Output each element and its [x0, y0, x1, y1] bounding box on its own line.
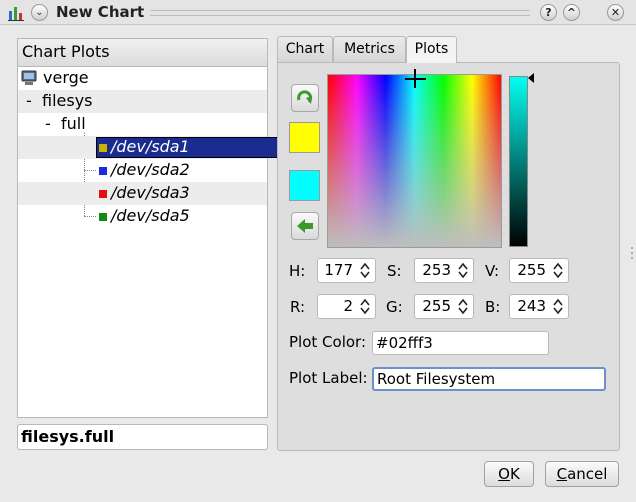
tree-item-verge[interactable]: verge — [18, 67, 267, 90]
tree-item-label: /dev/sda5 — [111, 206, 190, 225]
tree-item-label: verge — [43, 68, 89, 87]
g-spinbox[interactable]: 255 — [414, 294, 474, 319]
tree-item-label: /dev/sda3 — [111, 183, 190, 202]
tab-plots[interactable]: Plots — [406, 36, 457, 63]
b-spinbox[interactable]: 243 — [509, 294, 569, 319]
tree-expander[interactable]: - — [26, 90, 32, 112]
h-value: 177 — [324, 261, 353, 279]
spin-arrows-icon[interactable] — [457, 297, 469, 316]
plot-color-swatch — [99, 190, 107, 198]
tree-item-label: /dev/sda2 — [111, 160, 190, 179]
new-color-well[interactable] — [289, 170, 320, 201]
r-value: 2 — [343, 297, 353, 315]
tree-item-label: filesys — [42, 91, 93, 110]
tab-chart[interactable]: Chart — [277, 36, 333, 62]
tab-metrics[interactable]: Metrics — [333, 36, 406, 62]
chart-plots-tree[interactable]: verge - filesys - full /dev/sda1 /dev/sd… — [17, 66, 284, 418]
r-label: R: — [290, 298, 306, 316]
v-spinbox[interactable]: 255 — [509, 258, 569, 283]
tree-item-label: /dev/sda1 — [111, 137, 190, 156]
b-label: B: — [485, 298, 501, 316]
revert-color-button[interactable] — [291, 212, 319, 240]
tree-item-sda3[interactable]: /dev/sda3 — [18, 182, 267, 205]
old-color-well[interactable] — [289, 122, 320, 153]
chart-name-field[interactable]: filesys.full — [17, 424, 268, 450]
close-button[interactable]: ✕ — [607, 4, 624, 21]
plot-color-field[interactable]: #02fff3 — [372, 331, 549, 355]
tree-item-sda2[interactable]: /dev/sda2 — [18, 159, 267, 182]
app-chart-icon[interactable] — [8, 5, 24, 21]
spin-arrows-icon[interactable] — [552, 297, 564, 316]
v-label: V: — [485, 262, 500, 280]
s-spinbox[interactable]: 253 — [414, 258, 474, 283]
tree-item-full[interactable]: - full — [18, 113, 267, 136]
spin-arrows-icon[interactable] — [359, 261, 371, 280]
s-label: S: — [387, 262, 402, 280]
value-slider-arrow-icon[interactable] — [528, 73, 534, 83]
tree-item-filesys[interactable]: - filesys — [18, 90, 267, 113]
plot-color-swatch — [99, 213, 107, 221]
h-label: H: — [289, 262, 306, 280]
chart-plots-header[interactable]: Chart Plots — [17, 38, 268, 66]
window-menu-button[interactable]: ⌄ — [31, 4, 48, 21]
collapse-button[interactable]: ^ — [563, 4, 580, 21]
spin-arrows-icon[interactable] — [359, 297, 371, 316]
resize-grip[interactable] — [630, 246, 634, 260]
left-arrow-icon — [292, 219, 318, 243]
apply-color-button[interactable] — [291, 84, 319, 112]
redo-arrow-icon — [292, 90, 318, 115]
hue-saturation-picker[interactable] — [327, 74, 502, 248]
value-slider[interactable] — [509, 76, 528, 247]
plot-color-swatch — [99, 167, 107, 175]
h-spinbox[interactable]: 177 — [317, 258, 376, 283]
help-button[interactable]: ? — [540, 4, 557, 21]
spin-arrows-icon[interactable] — [552, 261, 564, 280]
title-grip-lines — [150, 10, 530, 16]
picker-crosshair — [414, 69, 416, 88]
spin-arrows-icon[interactable] — [457, 261, 469, 280]
plot-label-label: Plot Label: — [289, 369, 368, 387]
v-value: 255 — [517, 261, 546, 279]
g-label: G: — [386, 298, 403, 316]
tree-expander[interactable]: - — [45, 113, 51, 135]
ok-button[interactable]: OK — [484, 461, 534, 487]
window-title: New Chart — [56, 3, 145, 21]
computer-icon — [20, 70, 38, 86]
plot-color-swatch — [99, 144, 107, 152]
plot-label-field[interactable]: Root Filesystem — [372, 367, 606, 391]
s-value: 253 — [422, 261, 451, 279]
tree-item-sda1[interactable]: /dev/sda1 — [18, 136, 284, 159]
b-value: 243 — [517, 297, 546, 315]
r-spinbox[interactable]: 2 — [317, 294, 376, 319]
cancel-button[interactable]: Cancel — [545, 461, 619, 487]
plot-color-label: Plot Color: — [289, 333, 366, 351]
tree-item-sda5[interactable]: /dev/sda5 — [18, 205, 267, 228]
tree-item-label: full — [61, 114, 86, 133]
g-value: 255 — [422, 297, 451, 315]
